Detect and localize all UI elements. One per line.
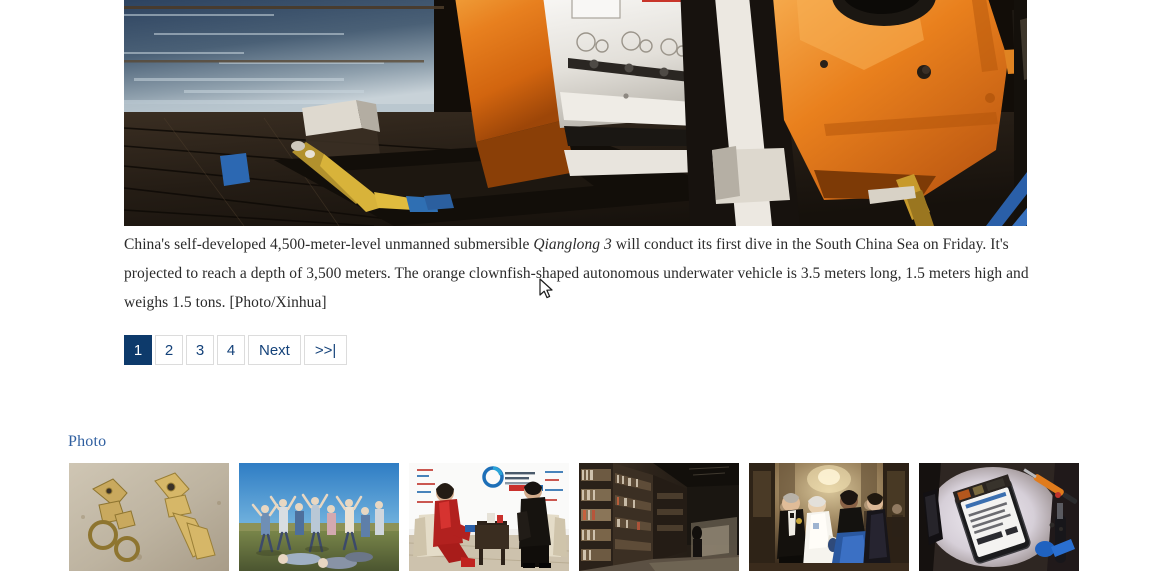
page-button-next[interactable]: Next: [248, 335, 301, 365]
pagination: 1 2 3 4 Next >>|: [124, 335, 350, 365]
thumb-royal-reception-image: [749, 463, 909, 571]
caption-vessel-name: Qianglong 3: [533, 236, 612, 253]
thumb-library-shelves[interactable]: [579, 463, 739, 571]
page-button-1[interactable]: 1: [124, 335, 152, 365]
caption-line-1-part-a: China's self-developed 4,500-meter-level…: [124, 236, 534, 253]
page-button-4[interactable]: 4: [217, 335, 245, 365]
page-button-3[interactable]: 3: [186, 335, 214, 365]
thumb-phone-repair[interactable]: [919, 463, 1079, 571]
thumb-group-jumping-image: [239, 463, 399, 571]
caption-line-1-part-b: will conduct its first dive in the South…: [611, 236, 987, 253]
page-button-last[interactable]: >>|: [303, 335, 348, 365]
page-button-2[interactable]: 2: [155, 335, 183, 365]
thumb-gold-jewelry[interactable]: [69, 463, 229, 571]
photo-thumbnail-strip: [69, 463, 1082, 571]
thumb-interview-image: [409, 463, 569, 571]
photo-section-heading: Photo: [68, 433, 107, 450]
thumb-royal-reception[interactable]: [749, 463, 909, 571]
photo-caption: China's self-developed 4,500-meter-level…: [124, 230, 1029, 317]
hero-image[interactable]: [124, 0, 1027, 226]
thumb-phone-repair-image: [919, 463, 1079, 571]
thumb-library-shelves-image: [579, 463, 739, 571]
submersible-photo-graphic: [124, 0, 1027, 226]
thumb-gold-jewelry-image: [69, 463, 229, 571]
thumb-group-jumping[interactable]: [239, 463, 399, 571]
thumb-interview[interactable]: [409, 463, 569, 571]
